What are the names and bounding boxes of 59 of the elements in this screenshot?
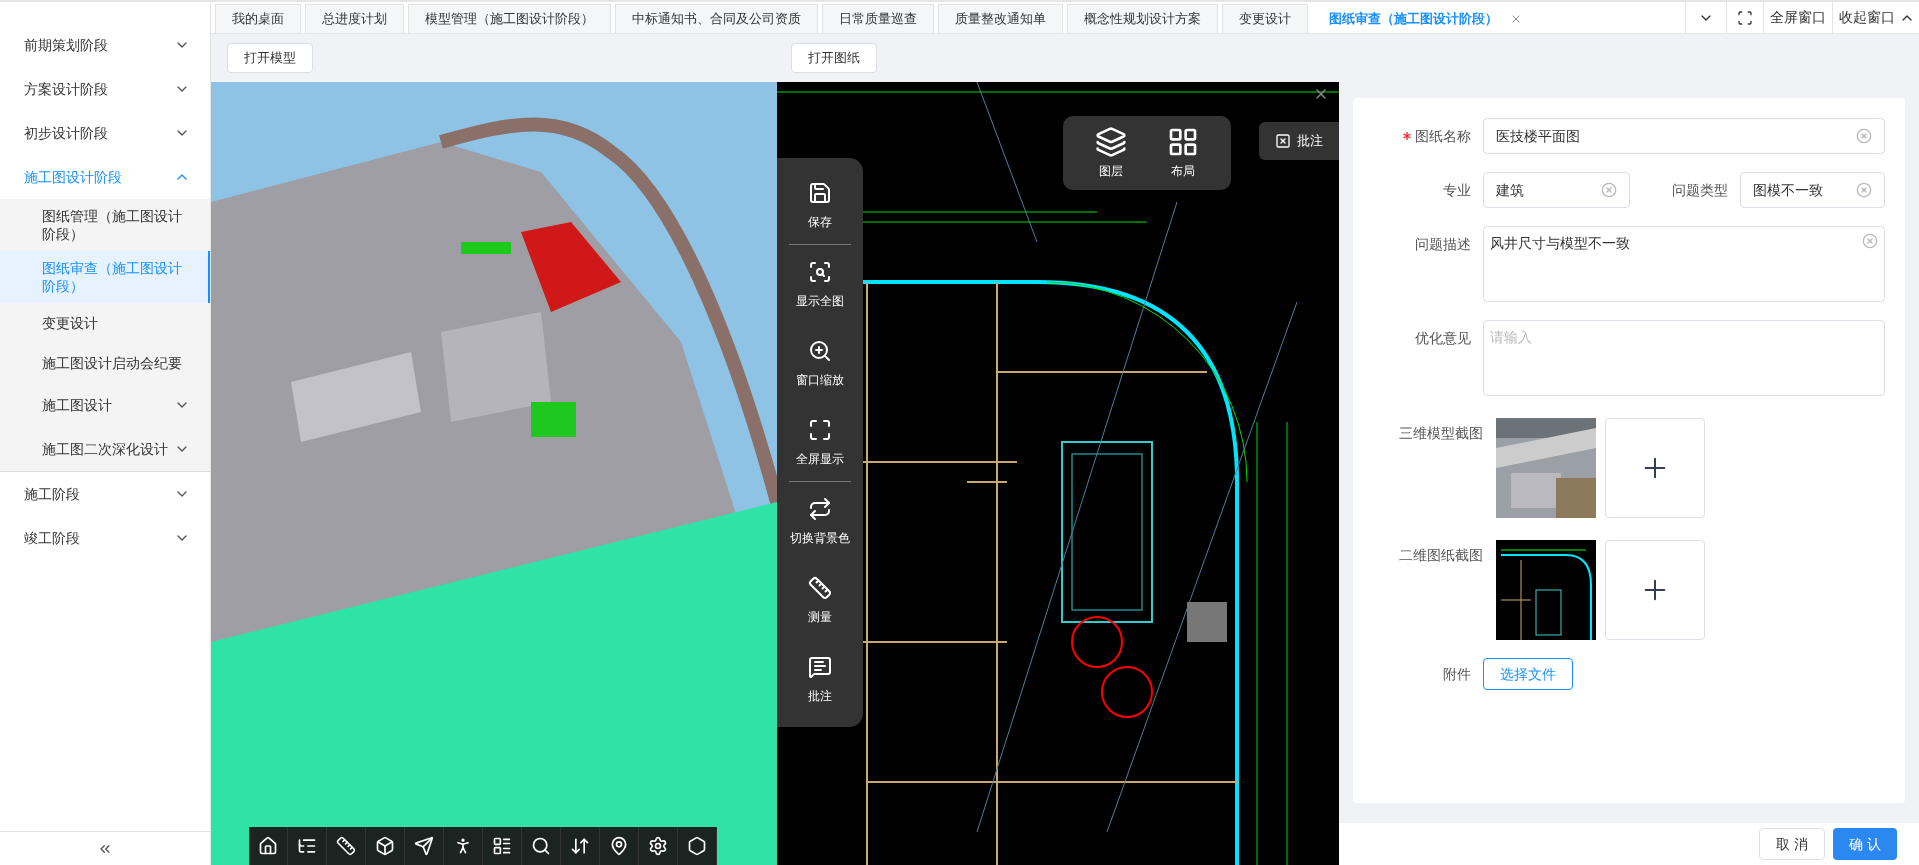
sidebar-item[interactable]: 竣工阶段 (0, 516, 210, 560)
sidebar-item[interactable]: 施工图设计启动会纪要 (0, 343, 210, 383)
field-label: 图纸名称 (1415, 126, 1471, 146)
field-label: 专业 (1443, 180, 1471, 200)
tab[interactable]: 日常质量巡查 (822, 4, 934, 33)
sidebar-item[interactable]: 变更设计 (0, 303, 210, 343)
frame-corners-icon (1737, 9, 1753, 26)
field-label: 三维模型截图 (1399, 423, 1483, 443)
fullscreen-window-button[interactable]: 全屏窗口 (1763, 2, 1832, 33)
open-model-button[interactable]: 打开模型 (227, 43, 313, 73)
tool-button[interactable]: 布局 (1155, 126, 1211, 180)
save-icon (808, 180, 832, 205)
sidebar-item[interactable]: 施工图设计 (0, 383, 210, 427)
tab[interactable]: 总进度计划 (305, 4, 404, 33)
layout-grid-icon (1167, 126, 1199, 158)
field-label: 问题描述 (1415, 234, 1471, 254)
input-field[interactable]: 医技楼平面图 (1483, 118, 1885, 154)
comment-icon (808, 654, 832, 679)
tab[interactable]: 我的桌面 (215, 4, 301, 33)
tool-button[interactable]: 测量 (777, 561, 863, 640)
required-mark-icon (1403, 132, 1411, 140)
collapse-window-button[interactable]: 收起窗口 (1832, 2, 1919, 33)
swap-icon (808, 496, 832, 521)
layers-icon (1095, 126, 1127, 158)
text-area[interactable]: 风井尺寸与模型不一致 (1483, 226, 1885, 302)
tab[interactable]: 变更设计 (1222, 4, 1308, 33)
sidebar-item[interactable]: 施工图二次深化设计 (0, 427, 210, 471)
close-icon[interactable] (1510, 13, 1522, 25)
input-field[interactable]: 图模不一致 (1740, 172, 1885, 208)
tool-button[interactable]: 切换背景色 (777, 482, 863, 561)
tab[interactable]: 模型管理（施工图设计阶段） (408, 4, 611, 33)
tab[interactable]: 中标通知书、合同及公司资质 (615, 4, 818, 33)
field-label: 优化意见 (1415, 328, 1471, 348)
zoom-extents-icon (808, 259, 832, 284)
sidebar-item[interactable]: 初步设计阶段 (0, 111, 210, 155)
input-field[interactable]: 建筑 (1483, 172, 1630, 208)
field-label: 问题类型 (1672, 180, 1728, 200)
ruler-icon (808, 575, 832, 600)
sidebar-item[interactable]: 前期策划阶段 (0, 23, 210, 67)
cancel-button[interactable]: 取 消 (1759, 828, 1826, 860)
tool-button[interactable]: 显示全图 (777, 245, 863, 324)
tool-button[interactable]: 保存 (777, 166, 863, 245)
tool-button[interactable]: 批注 (777, 640, 863, 719)
field-label: 附件 (1443, 664, 1471, 684)
annotate-button[interactable]: 批注 (1259, 122, 1339, 160)
tool-button[interactable]: 全屏显示 (777, 403, 863, 482)
tool-button[interactable]: 图层 (1083, 126, 1139, 180)
tool-button[interactable]: 窗口缩放 (777, 324, 863, 403)
confirm-button[interactable]: 确 认 (1833, 828, 1897, 860)
square-x-icon (1275, 133, 1291, 149)
open-drawing-button[interactable]: 打开图纸 (791, 43, 877, 73)
sidebar-item[interactable]: 图纸管理（施工图设计阶段） (0, 199, 210, 251)
sidebar-item[interactable]: 施工阶段 (0, 472, 210, 516)
field-label: 二维图纸截图 (1399, 545, 1483, 565)
zoom-window-icon (808, 338, 832, 363)
tab[interactable]: 概念性规划设计方案 (1067, 4, 1218, 33)
sidebar-item[interactable]: 方案设计阶段 (0, 67, 210, 111)
tab[interactable]: 质量整改通知单 (938, 4, 1063, 33)
fullscreen-icon (808, 417, 832, 442)
